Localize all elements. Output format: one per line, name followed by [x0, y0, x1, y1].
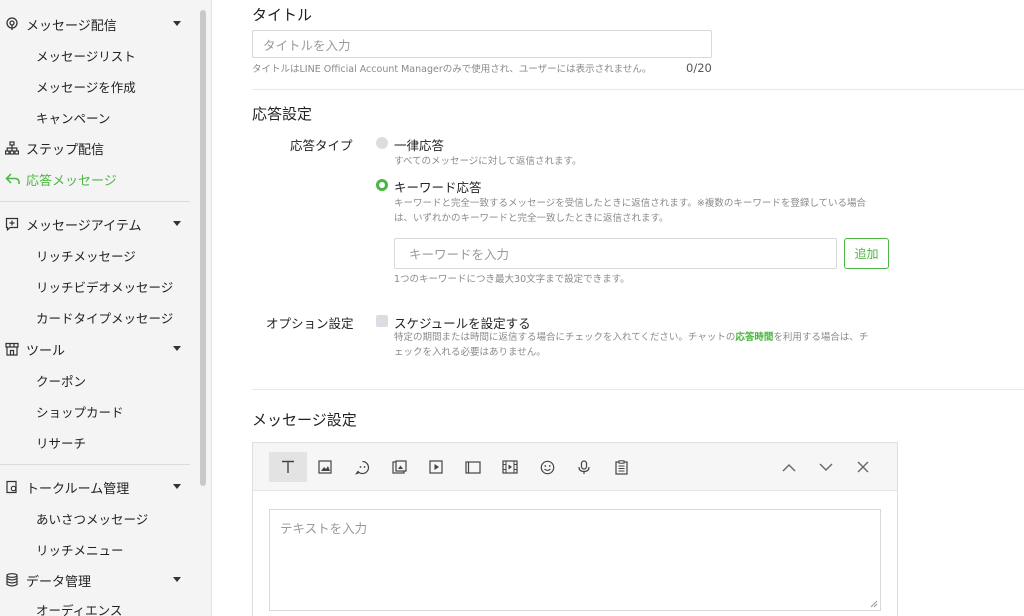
- sidebar-section-label: ツール: [26, 343, 66, 359]
- sidebar-section-label: メッセージ配信: [26, 18, 117, 34]
- schedule-help-line2: ェックを入れる必要はありません。: [394, 347, 546, 358]
- sidebar-section-label: メッセージアイテム: [26, 218, 142, 234]
- move-down-button[interactable]: [808, 452, 844, 482]
- video-type-button[interactable]: [418, 452, 454, 482]
- rich-video-type-button[interactable]: [492, 452, 528, 482]
- store-icon: [4, 341, 20, 357]
- uniform-reply-label[interactable]: 一律応答: [394, 135, 444, 154]
- text-type-button[interactable]: [269, 452, 307, 482]
- emoji-icon: [540, 460, 554, 474]
- delete-message-button[interactable]: [845, 452, 881, 482]
- message-editor: テキストを入力: [252, 442, 898, 616]
- sidebar-divider: [0, 464, 190, 465]
- keyword-help-text: 1つのキーワードにつき最大30文字まで設定できます。: [394, 274, 630, 285]
- rich-video-icon: [502, 460, 518, 474]
- sidebar-item-rich-video-message[interactable]: リッチビデオメッセージ: [36, 275, 173, 297]
- sidebar-divider: [0, 201, 190, 202]
- move-up-button[interactable]: [771, 452, 807, 482]
- chevron-down-icon: [173, 484, 181, 489]
- chevron-up-icon: [782, 463, 796, 471]
- close-icon: [857, 461, 869, 473]
- sidebar-item-greeting[interactable]: あいさつメッセージ: [36, 507, 148, 529]
- chevron-down-icon: [173, 577, 181, 582]
- title-heading: タイトル: [252, 6, 313, 24]
- chatroom-icon: [4, 479, 20, 495]
- uniform-reply-desc: すべてのメッセージに対して返信されます。: [394, 156, 582, 167]
- sidebar-item-message-list[interactable]: メッセージリスト: [36, 44, 136, 66]
- broadcast-icon: [4, 16, 20, 32]
- chevron-down-icon: [173, 221, 181, 226]
- response-settings-heading: 応答設定: [252, 105, 313, 123]
- section-divider: [252, 89, 1024, 90]
- radio-uniform-reply[interactable]: [376, 137, 388, 149]
- image-icon: [318, 460, 332, 474]
- chevron-down-icon: [173, 346, 181, 351]
- sidebar: メッセージ配信 メッセージリスト メッセージを作成 キャンペーン ステップ配信 …: [0, 0, 212, 616]
- microphone-icon: [578, 459, 590, 474]
- image-type-button[interactable]: [307, 452, 343, 482]
- add-keyword-button[interactable]: 追加: [844, 238, 889, 269]
- keyword-reply-desc-line1: キーワードと完全一致するメッセージを受信したときに返信されます。※複数のキーワー…: [394, 198, 867, 209]
- sidebar-section-chatroom[interactable]: トークルーム管理: [0, 474, 195, 500]
- sidebar-section-label: ステップ配信: [26, 142, 105, 158]
- title-char-counter: 0/20: [686, 61, 712, 75]
- rich-message-icon: [391, 459, 407, 474]
- chevron-down-icon: [173, 21, 181, 26]
- radio-keyword-reply[interactable]: [376, 179, 388, 191]
- sidebar-item-create-message[interactable]: メッセージを作成: [36, 75, 136, 97]
- title-input[interactable]: タイトルを入力: [252, 30, 712, 58]
- sidebar-item-campaign[interactable]: キャンペーン: [36, 106, 110, 128]
- reply-icon: [4, 171, 20, 187]
- keyword-reply-desc-line2: は、いずれかのキーワードと完全一致したときに返信されます。: [394, 213, 669, 224]
- rich-message-type-button[interactable]: [381, 452, 417, 482]
- sidebar-section-label: データ管理: [26, 574, 92, 590]
- stamp-type-button[interactable]: [344, 452, 380, 482]
- sidebar-section-label: 応答メッセージ: [26, 173, 117, 189]
- text-placeholder: テキストを入力: [280, 521, 368, 536]
- sidebar-item-audience[interactable]: オーディエンス: [36, 598, 122, 616]
- option-settings-label: オプション設定: [266, 316, 354, 331]
- message-item-icon: [4, 216, 20, 232]
- text-icon: [282, 460, 294, 473]
- sidebar-section-label: トークルーム管理: [26, 481, 130, 497]
- voice-type-button[interactable]: [566, 452, 602, 482]
- editor-toolbar: [253, 443, 897, 491]
- database-icon: [4, 572, 20, 588]
- sidebar-item-research[interactable]: リサーチ: [36, 431, 86, 453]
- sidebar-scrollbar[interactable]: [200, 10, 206, 486]
- sidebar-item-shop-card[interactable]: ショップカード: [36, 400, 124, 422]
- card-icon: [465, 460, 481, 474]
- resize-handle-icon[interactable]: [870, 600, 878, 608]
- sidebar-section-data[interactable]: データ管理: [0, 567, 195, 593]
- video-icon: [429, 460, 443, 474]
- sidebar-item-card-message[interactable]: カードタイプメッセージ: [36, 306, 173, 328]
- message-text-input[interactable]: テキストを入力: [269, 509, 881, 611]
- card-type-button[interactable]: [455, 452, 491, 482]
- schedule-checkbox[interactable]: [376, 315, 388, 327]
- title-help-text: タイトルはLINE Official Account Managerのみで使用さ…: [252, 64, 652, 75]
- schedule-help-line1: 特定の期間または時間に返信する場合にチェックを入れてください。チャットの応答時間…: [394, 332, 869, 343]
- sidebar-section-step[interactable]: ステップ配信: [0, 135, 195, 161]
- section-divider: [252, 389, 1024, 390]
- sidebar-section-message-items[interactable]: メッセージアイテム: [0, 211, 195, 237]
- chevron-down-icon: [819, 463, 833, 471]
- message-settings-heading: メッセージ設定: [252, 411, 357, 429]
- response-hours-link[interactable]: 応答時間: [735, 332, 773, 343]
- emoji-type-button[interactable]: [529, 452, 565, 482]
- sidebar-item-rich-message[interactable]: リッチメッセージ: [36, 244, 136, 266]
- clipboard-icon: [614, 459, 628, 475]
- step-tree-icon: [4, 140, 20, 156]
- sidebar-item-coupon[interactable]: クーポン: [36, 369, 86, 391]
- sidebar-section-broadcast[interactable]: メッセージ配信: [0, 11, 195, 37]
- research-type-button[interactable]: [603, 452, 639, 482]
- response-type-label: 応答タイプ: [290, 138, 353, 153]
- sidebar-item-rich-menu[interactable]: リッチメニュー: [36, 538, 124, 560]
- keyword-reply-label[interactable]: キーワード応答: [394, 177, 482, 196]
- sidebar-section-tools[interactable]: ツール: [0, 336, 195, 362]
- sticker-icon: [354, 460, 369, 475]
- sidebar-section-auto-reply[interactable]: 応答メッセージ: [0, 166, 195, 192]
- keyword-input[interactable]: キーワードを入力: [394, 238, 837, 269]
